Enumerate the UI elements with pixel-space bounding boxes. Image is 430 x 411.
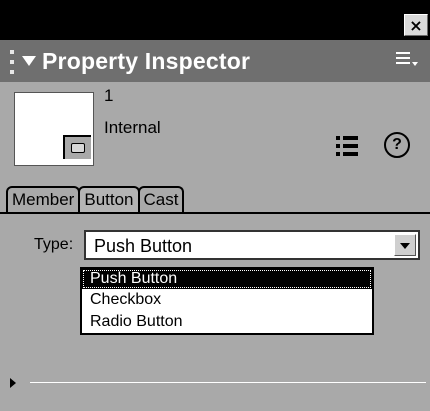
- option-checkbox[interactable]: Checkbox: [82, 290, 372, 310]
- expand-divider: [30, 382, 426, 383]
- member-number: 1: [104, 86, 114, 105]
- type-label: Type:: [34, 236, 74, 253]
- tab-divider: [0, 212, 430, 214]
- inspector-tabs: Member Button Cast: [6, 186, 185, 212]
- type-select[interactable]: Push Button: [84, 230, 420, 260]
- help-icon: ?: [392, 136, 402, 153]
- list-view-icon[interactable]: [336, 136, 358, 156]
- window-top-bar: ×: [0, 0, 430, 40]
- cast-name: Internal: [104, 118, 161, 137]
- property-inspector-window: × Property Inspector 1 Internal ? Member…: [0, 0, 430, 411]
- type-select-value: Push Button: [94, 236, 193, 256]
- member-thumbnail: [14, 92, 94, 166]
- button-member-type-icon: [63, 135, 91, 159]
- collapse-triangle-icon[interactable]: [22, 56, 36, 66]
- close-button[interactable]: ×: [404, 14, 428, 36]
- option-push-button[interactable]: Push Button: [82, 269, 372, 289]
- help-button[interactable]: ?: [384, 132, 410, 158]
- chevron-down-icon: [400, 243, 410, 249]
- tab-cast[interactable]: Cast: [137, 186, 185, 212]
- options-menu-icon[interactable]: [396, 52, 418, 70]
- expand-triangle-icon[interactable]: [10, 378, 16, 388]
- panel-title: Property Inspector: [42, 48, 251, 74]
- option-radio-button[interactable]: Radio Button: [82, 312, 372, 332]
- panel-title-bar[interactable]: Property Inspector: [0, 40, 430, 82]
- tab-member[interactable]: Member: [6, 186, 81, 212]
- drag-grip-icon[interactable]: [10, 50, 16, 74]
- close-icon: ×: [409, 15, 423, 35]
- type-options-list: Push Button Checkbox Radio Button: [80, 267, 374, 335]
- tab-button[interactable]: Button: [78, 186, 140, 212]
- dropdown-button[interactable]: [394, 234, 416, 256]
